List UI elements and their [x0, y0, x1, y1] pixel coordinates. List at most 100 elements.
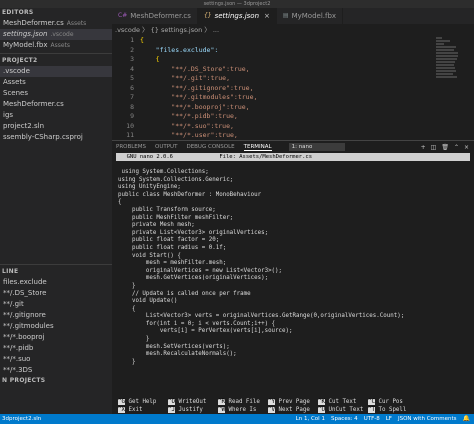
- project-header[interactable]: PROJECT2: [0, 56, 112, 66]
- shortcut-exit[interactable]: ^X Exit: [118, 406, 168, 415]
- bell-icon[interactable]: 🔔: [463, 414, 470, 424]
- tree-item[interactable]: .vscode: [0, 66, 112, 77]
- tree-item[interactable]: Scenes: [0, 88, 112, 99]
- outline-item[interactable]: files.exclude: [0, 277, 112, 288]
- code-line: using System.Collections;: [118, 169, 209, 175]
- outline-item[interactable]: **/.gitmodules: [0, 321, 112, 332]
- explorer-sidebar: EDITORS MeshDeformer.cs Assets settings.j…: [0, 8, 112, 414]
- line-ending[interactable]: LF: [386, 414, 392, 424]
- code-text: "**/.DS_Store":true,: [140, 64, 250, 73]
- split-icon[interactable]: ◫: [431, 144, 437, 151]
- plus-icon[interactable]: +: [421, 144, 426, 151]
- line-number: 4: [130, 64, 134, 73]
- bottom-panel: PROBLEMS OUTPUT DEBUG CONSOLE TERMINAL 1…: [112, 140, 474, 415]
- open-editor-folder: .vscode: [50, 31, 74, 38]
- shortcut-get-help[interactable]: ^G Get Help: [118, 399, 168, 407]
- shortcut-key: ^K: [318, 399, 325, 405]
- code-line: mesh = meshFilter.mesh;: [118, 260, 227, 267]
- divider: [0, 53, 112, 54]
- shortcut-uncut-text[interactable]: ^U UnCut Text: [318, 406, 368, 415]
- shortcut-key: ^U: [318, 406, 325, 413]
- divider: [0, 264, 112, 265]
- close-icon[interactable]: ×: [264, 8, 270, 24]
- solution-status[interactable]: 3dproject2.sln: [2, 414, 41, 424]
- tab-label: settings.json: [214, 12, 260, 20]
- code-line: mesh.RecalculateNormals();: [118, 351, 237, 358]
- code-text: "**/*.suo":true,: [140, 121, 234, 130]
- open-editor-item[interactable]: MyModel.fbx Assets: [0, 40, 112, 51]
- outline-item[interactable]: **/*.3DS: [0, 365, 112, 376]
- shortcut-label: WriteOut: [178, 399, 207, 405]
- outline-item[interactable]: **/.git: [0, 299, 112, 310]
- trash-icon[interactable]: 🗑: [441, 144, 449, 151]
- code-line: originalVertices = new List<Vector3>();: [118, 267, 283, 274]
- tab-settings[interactable]: {} settings.json ×: [197, 8, 277, 24]
- code-line: public float radius = 0.1f;: [118, 244, 227, 251]
- nano-buffer[interactable]: using System.Collections; using System.Co…: [112, 169, 474, 366]
- shortcut-cur-pos[interactable]: ^C Cur Pos: [368, 399, 418, 407]
- shortcut-row: ^X Exit ^J Justify ^W Where Is ^V Next P…: [112, 406, 474, 415]
- open-editor-item[interactable]: settings.json .vscode: [0, 29, 112, 40]
- shortcut-where-is[interactable]: ^W Where Is: [218, 406, 268, 415]
- code-line: public Transform source;: [118, 206, 216, 213]
- shortcut-read-file[interactable]: ^R Read File: [218, 399, 268, 407]
- shortcut-to-spell[interactable]: ^T To Spell: [368, 406, 418, 415]
- code-line: 7 "**/.gitmodules":true,: [112, 93, 474, 103]
- breadcrumb[interactable]: .vscode 〉 {} settings.json 〉 ...: [112, 24, 474, 36]
- minimap-line: [436, 55, 458, 57]
- tree-item[interactable]: Assets: [0, 77, 112, 88]
- outline-item[interactable]: **/.DS_Store: [0, 288, 112, 299]
- editors-header[interactable]: EDITORS: [0, 8, 112, 18]
- shortcut-prev-page[interactable]: ^Y Prev Page: [268, 399, 318, 407]
- code-line: 9 "**/*.pidb":true,: [112, 112, 474, 122]
- code-text: {: [140, 36, 144, 44]
- tab-debug-console[interactable]: DEBUG CONSOLE: [186, 144, 234, 150]
- indentation[interactable]: Spaces: 4: [331, 414, 358, 424]
- tab-terminal[interactable]: TERMINAL: [243, 144, 272, 151]
- outline-header[interactable]: LINE: [0, 267, 112, 277]
- tree-item[interactable]: project2.sln: [0, 121, 112, 132]
- code-line: public class MeshDeformer : MonoBehaviou…: [118, 191, 262, 198]
- outline-item[interactable]: **/*.booproj: [0, 332, 112, 343]
- open-editor-label: settings.json: [3, 30, 48, 38]
- tab-mymodel[interactable]: ▤ MyModel.fbx: [277, 8, 344, 24]
- tab-problems[interactable]: PROBLEMS: [116, 144, 146, 150]
- shortcut-cut-text[interactable]: ^K Cut Text: [318, 399, 368, 407]
- terminal-select[interactable]: 1: nano: [288, 143, 345, 151]
- open-editor-folder: Assets: [50, 42, 71, 49]
- tree-item[interactable]: MeshDeformer.cs: [0, 99, 112, 110]
- outline-item[interactable]: **/.gitignore: [0, 310, 112, 321]
- cursor-position[interactable]: Ln 1, Col 1: [296, 414, 325, 424]
- code-view[interactable]: 1{ 2 "files.exclude": 3 { 4 "**/.DS_Stor…: [112, 36, 474, 140]
- line-number: 5: [130, 74, 134, 82]
- tree-item[interactable]: ssembly-CSharp.csproj: [0, 132, 112, 143]
- outline-item[interactable]: **/*.pidb: [0, 343, 112, 354]
- open-editor-folder: Assets: [66, 20, 87, 27]
- line-number: 3: [130, 55, 134, 63]
- code-text: "**/.gitmodules":true,: [140, 93, 258, 101]
- close-icon[interactable]: ×: [464, 144, 469, 151]
- line-number: 9: [130, 112, 134, 120]
- code-line: // Update is called once per frame: [118, 290, 251, 297]
- minimap-line: [436, 40, 450, 42]
- chevron-up-icon[interactable]: ⌃: [454, 144, 459, 151]
- solution-header[interactable]: N PROJECTS: [0, 376, 112, 386]
- shortcut-next-page[interactable]: ^V Next Page: [268, 406, 318, 415]
- outline-item[interactable]: **/*.suo: [0, 354, 112, 365]
- encoding[interactable]: UTF-8: [364, 414, 380, 424]
- language-mode[interactable]: JSON with Comments: [398, 414, 457, 424]
- open-editor-item[interactable]: MeshDeformer.cs Assets: [0, 18, 112, 29]
- code-line: 5 "**/.git":true,: [112, 74, 474, 84]
- tree-item[interactable]: igs: [0, 110, 112, 121]
- code-line: }: [118, 358, 136, 365]
- tab-output[interactable]: OUTPUT: [155, 144, 177, 150]
- window-title: settings.json — 3dproject2: [0, 0, 474, 8]
- code-line: public MeshFilter meshFilter;: [118, 214, 234, 221]
- tab-meshdeformer[interactable]: C# MeshDeformer.cs: [112, 8, 198, 24]
- shortcut-justify[interactable]: ^J Justify: [168, 406, 218, 415]
- minimap-line: [436, 52, 458, 54]
- code-line: 10 "**/*.suo":true,: [112, 122, 474, 132]
- minimap-line: [436, 58, 457, 60]
- shortcut-writeout[interactable]: ^O WriteOut: [168, 399, 218, 407]
- minimap[interactable]: [436, 36, 466, 136]
